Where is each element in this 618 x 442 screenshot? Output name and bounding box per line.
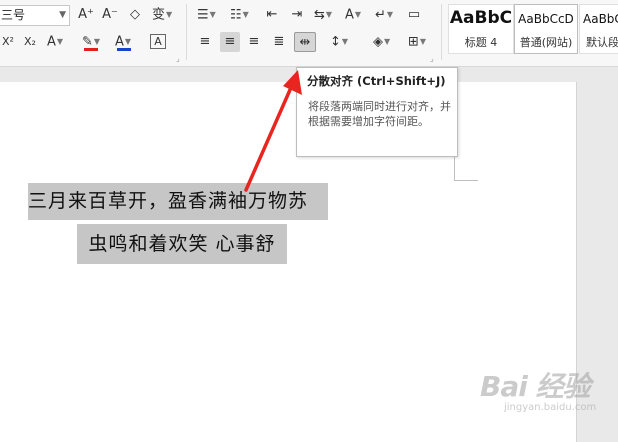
- watermark-url: jingyan.baidu.com: [504, 402, 597, 413]
- subscript-icon[interactable]: X₂: [22, 32, 38, 52]
- style-name: 普通(网站): [519, 36, 573, 49]
- text-effect-icon[interactable]: A▼: [47, 32, 63, 52]
- border-icon[interactable]: ⊞▼: [408, 32, 426, 52]
- baidu-jingyan-watermark: Bai 经验 jingyan.baidu.com: [480, 365, 596, 413]
- style-name: 标题 4: [464, 36, 498, 49]
- font-dialog-launcher-icon[interactable]: ⌟: [176, 54, 180, 63]
- style-sample: AaBbC: [449, 8, 513, 28]
- increase-indent-icon[interactable]: ⇥: [289, 5, 305, 25]
- numbered-list-icon[interactable]: ☷▼: [230, 5, 249, 25]
- char-border-icon[interactable]: A: [150, 34, 166, 49]
- font-size-value: 三号: [1, 8, 26, 22]
- grow-font-icon[interactable]: A⁺: [78, 5, 94, 25]
- style-sample: AaBbC: [583, 12, 618, 26]
- show-marks-icon[interactable]: ↵▼: [375, 5, 393, 25]
- chevron-down-icon[interactable]: ▼: [59, 6, 66, 25]
- distributed-align-icon[interactable]: ⇹: [294, 32, 316, 52]
- align-left-icon[interactable]: ≡: [197, 32, 213, 52]
- selected-text-line-1[interactable]: 三月来百草开，盈香满袖万物苏: [28, 183, 328, 220]
- justify-icon[interactable]: ≣: [271, 32, 287, 52]
- style-sample: AaBbCcD: [518, 12, 574, 26]
- text-direction-icon[interactable]: A▼: [345, 5, 361, 25]
- clear-format-icon[interactable]: ◇: [127, 5, 143, 25]
- highlight-color-icon[interactable]: ✎▼: [82, 32, 100, 52]
- paragraph-dialog-launcher-icon[interactable]: ⌟: [430, 54, 434, 63]
- shading-icon[interactable]: ◈▼: [373, 32, 390, 52]
- chinese-layout-icon[interactable]: ⇆▼: [314, 5, 332, 25]
- selected-text-line-2[interactable]: 虫鸣和着欢笑 心事舒: [77, 224, 287, 264]
- style-normal-web[interactable]: AaBbCcD 普通(网站): [514, 4, 578, 54]
- style-default-paragraph[interactable]: AaBbC 默认段: [579, 4, 618, 54]
- distributed-align-tooltip: 分散对齐 (Ctrl+Shift+J) 将段落两端同时进行对齐，并根据需要增加字…: [296, 67, 458, 157]
- tooltip-description: 将段落两端同时进行对齐，并根据需要增加字符间距。: [308, 100, 451, 128]
- font-size-select[interactable]: 三号 ▼: [0, 5, 70, 26]
- style-heading4[interactable]: AaBbC 标题 4: [448, 4, 514, 54]
- watermark-logo: Bai 经验: [480, 370, 591, 403]
- align-center-icon[interactable]: ≡: [220, 32, 240, 52]
- divider: [186, 4, 187, 60]
- style-name: 默认段: [586, 36, 618, 49]
- line-spacing-icon[interactable]: ↕▼: [330, 32, 348, 52]
- decrease-indent-icon[interactable]: ⇤: [264, 5, 280, 25]
- align-right-icon[interactable]: ≡: [246, 32, 262, 52]
- divider: [441, 4, 442, 60]
- tooltip-title: 分散对齐 (Ctrl+Shift+J): [307, 74, 446, 88]
- shrink-font-icon[interactable]: A⁻: [102, 5, 118, 25]
- margin-corner-mark: [454, 180, 478, 181]
- superscript-icon[interactable]: X²: [0, 32, 16, 52]
- ruler-icon[interactable]: ▭: [406, 5, 422, 25]
- bullet-list-icon[interactable]: ☰▼: [197, 5, 216, 25]
- phonetic-guide-icon[interactable]: 变▼: [152, 5, 172, 25]
- ribbon-toolbar: 三号 ▼ A⁺ A⁻ ◇ 变▼ X² X₂ A▼ ✎▼ A▼ A ⌟ ☰▼ ☷▼…: [0, 0, 618, 67]
- font-color-icon[interactable]: A▼: [115, 32, 131, 52]
